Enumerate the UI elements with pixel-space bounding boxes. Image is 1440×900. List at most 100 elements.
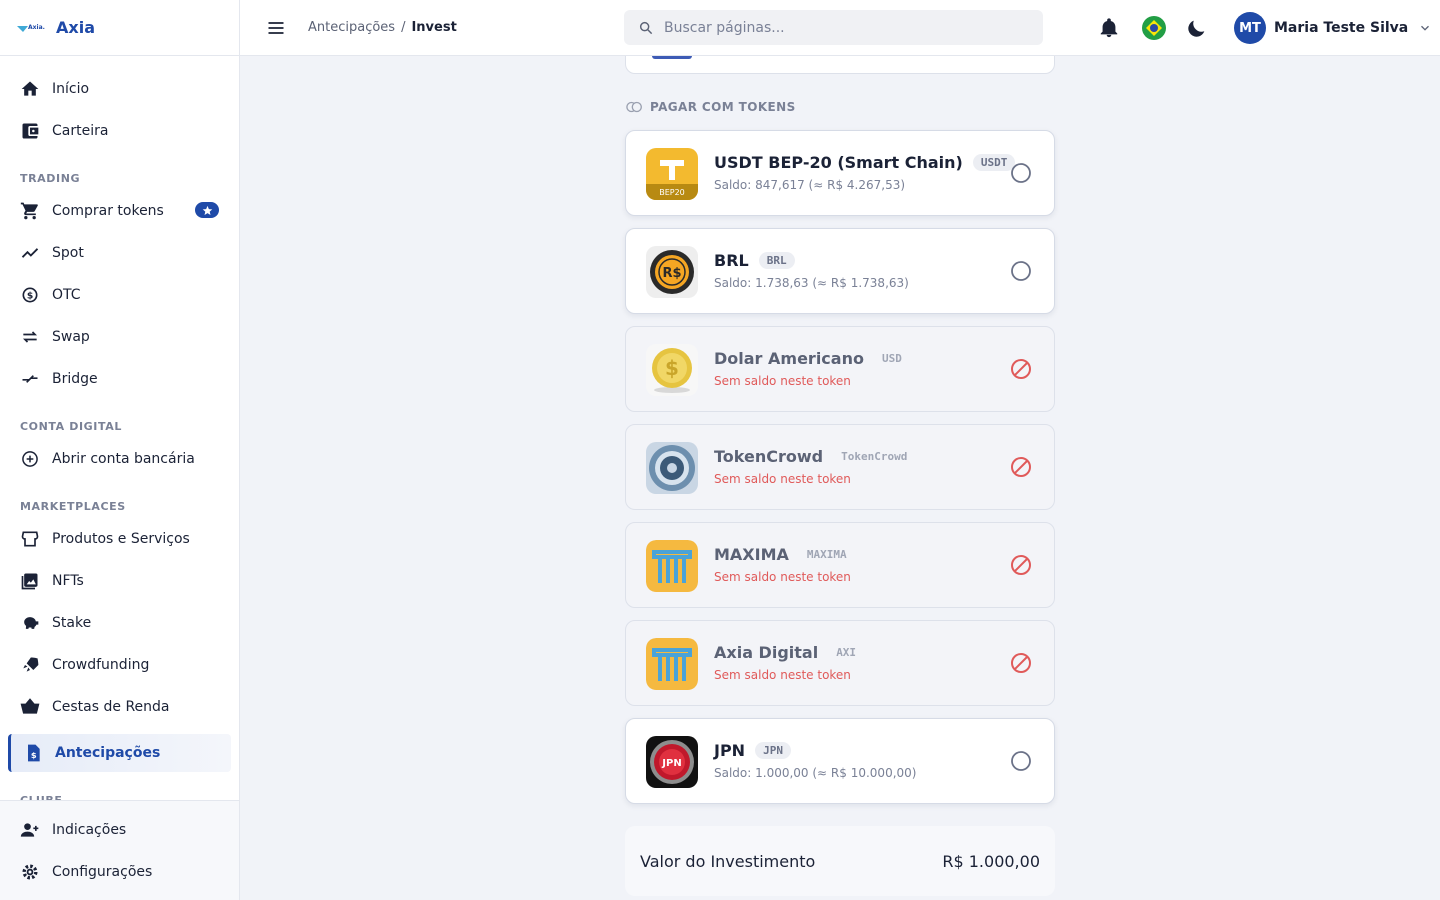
nav-section-conta-digital: CONTA DIGITAL <box>20 420 122 433</box>
usd-coin-icon: $ <box>646 344 698 396</box>
sidebar-item-carteira[interactable]: Carteira <box>0 110 239 152</box>
sidebar-item-label: OTC <box>52 287 81 303</box>
sidebar-item-label: Cestas de Renda <box>52 699 170 715</box>
token-code-badge: TokenCrowd <box>841 450 908 463</box>
add-user-icon <box>20 823 39 837</box>
sidebar-item-antecipacoes[interactable]: $ Antecipações <box>8 734 231 772</box>
sidebar-item-swap[interactable]: Swap <box>0 316 239 358</box>
sidebar-item-produtos[interactable]: Produtos e Serviços <box>0 518 239 560</box>
brl-coin-icon: R$ <box>646 246 698 298</box>
sidebar-item-comprar-tokens[interactable]: Comprar tokens <box>0 190 239 232</box>
radio-button[interactable] <box>1010 162 1032 184</box>
sidebar-item-otc[interactable]: $ OTC <box>0 274 239 316</box>
token-code-badge: USDT <box>972 154 1016 171</box>
blocked-icon <box>1011 653 1031 673</box>
token-name: Axia Digital AXI <box>714 643 864 662</box>
chart-line-icon <box>21 248 39 258</box>
sidebar-item-label: Crowdfunding <box>52 657 150 673</box>
sidebar-item-crowdfunding[interactable]: Crowdfunding <box>0 644 239 686</box>
currency-exchange-icon: $ <box>22 287 38 303</box>
previous-card-element <box>652 56 692 59</box>
user-menu[interactable]: MT Maria Teste Silva <box>1234 12 1432 44</box>
sidebar-item-label: Bridge <box>52 371 98 387</box>
sidebar-item-spot[interactable]: Spot <box>0 232 239 274</box>
breadcrumb-antecipacoes[interactable]: Antecipações <box>308 20 395 35</box>
bell-icon[interactable] <box>1098 17 1120 39</box>
sidebar-nav: Início Carteira TRADING Comprar tokens S… <box>0 56 239 800</box>
breadcrumb: Antecipações / Invest <box>308 20 457 35</box>
search-input[interactable] <box>664 19 1024 36</box>
rocket-icon <box>23 657 39 672</box>
receipt-icon: $ <box>28 744 40 762</box>
investment-label: Valor do Investimento <box>640 852 816 871</box>
radio-button[interactable] <box>1010 260 1032 282</box>
sidebar-item-label: NFTs <box>52 573 84 589</box>
sidebar-item-stake[interactable]: Stake <box>0 602 239 644</box>
axia-logo-icon: Axia. <box>17 24 45 32</box>
usdt-bep20-icon: BEP20 <box>646 148 698 200</box>
nav-section-clube: CLUBE <box>0 772 239 800</box>
menu-icon[interactable] <box>266 18 286 38</box>
radio-button[interactable] <box>1010 750 1032 772</box>
search-icon <box>639 21 653 34</box>
svg-text:R$: R$ <box>662 266 681 281</box>
chevron-down-icon <box>1421 25 1430 31</box>
section-title: PAGAR COM TOKENS <box>626 100 796 114</box>
brand[interactable]: Axia. Axia <box>0 0 239 56</box>
token-option-jpn[interactable]: JPN JPN JPN Saldo: 1.000,00 (≈ R$ 10.000,… <box>625 718 1055 804</box>
token-code-badge: JPN <box>755 742 791 759</box>
brazil-flag-icon[interactable] <box>1142 16 1166 40</box>
investment-summary: Valor do Investimento R$ 1.000,00 <box>625 826 1055 896</box>
wallet-icon <box>22 123 39 139</box>
sidebar-item-inicio[interactable]: Início <box>0 68 239 110</box>
sidebar-item-label: Início <box>52 81 90 97</box>
token-no-balance: Sem saldo neste token <box>714 668 851 682</box>
sidebar-item-configuracoes[interactable]: Configurações <box>0 851 239 893</box>
sidebar-item-cestas[interactable]: Cestas de Renda <box>0 686 239 728</box>
token-code-badge: MAXIMA <box>806 548 847 561</box>
nav-section-trading: TRADING <box>20 172 81 185</box>
token-name: BRL BRL <box>714 251 795 270</box>
axia-digital-icon <box>646 638 698 690</box>
nav-section-marketplaces: MARKETPLACES <box>20 500 126 513</box>
token-option-usd: $ Dolar Americano USD Sem saldo neste tok… <box>625 326 1055 412</box>
token-option-brl[interactable]: R$ BRL BRL Saldo: 1.738,63 (≈ R$ 1.738,63… <box>625 228 1055 314</box>
image-icon <box>21 573 38 590</box>
token-option-tokencrowd: TokenCrowd TokenCrowd Sem saldo neste tok… <box>625 424 1055 510</box>
token-balance: Saldo: 1.000,00 (≈ R$ 10.000,00) <box>714 766 917 780</box>
token-option-usdt[interactable]: BEP20 USDT BEP-20 (Smart Chain) USDT Sald… <box>625 130 1055 216</box>
dark-mode-icon[interactable] <box>1186 17 1208 39</box>
sidebar: Axia. Axia Início Carteira TRADING Compr… <box>0 0 240 900</box>
investment-value: R$ 1.000,00 <box>942 852 1040 871</box>
token-name: JPN JPN <box>714 741 791 760</box>
avatar: MT <box>1234 12 1266 44</box>
sidebar-item-indicacoes[interactable]: Indicações <box>0 809 239 851</box>
sidebar-item-label: Abrir conta bancária <box>52 451 195 467</box>
token-no-balance: Sem saldo neste token <box>714 472 851 486</box>
topbar: Antecipações / Invest MT Maria Teste Sil… <box>240 0 1440 56</box>
piggy-bank-icon <box>24 617 39 629</box>
home-icon <box>21 81 39 96</box>
blocked-icon <box>1011 555 1031 575</box>
maxima-icon <box>646 540 698 592</box>
token-no-balance: Sem saldo neste token <box>714 570 851 584</box>
sidebar-item-bridge[interactable]: Bridge <box>0 358 239 400</box>
svg-text:BEP20: BEP20 <box>659 188 685 197</box>
token-name: USDT BEP-20 (Smart Chain) USDT <box>714 153 1016 172</box>
token-name: TokenCrowd TokenCrowd <box>714 447 915 466</box>
svg-text:$: $ <box>31 750 37 760</box>
sidebar-item-abrir-conta[interactable]: Abrir conta bancária <box>0 438 239 480</box>
blocked-icon <box>1011 457 1031 477</box>
plus-circle-icon <box>22 451 38 467</box>
bridge-icon <box>22 375 38 383</box>
breadcrumb-separator: / <box>401 20 406 35</box>
svg-text:JPN: JPN <box>661 758 681 769</box>
sidebar-item-nfts[interactable]: NFTs <box>0 560 239 602</box>
search-box[interactable] <box>624 10 1043 45</box>
tokencrowd-icon <box>646 442 698 494</box>
sidebar-bottom: Indicações Configurações <box>0 800 239 900</box>
jpn-icon: JPN <box>646 736 698 788</box>
token-option-maxima: MAXIMA MAXIMA Sem saldo neste token <box>625 522 1055 608</box>
svg-text:Axia.: Axia. <box>28 24 45 31</box>
user-name: Maria Teste Silva <box>1274 20 1409 36</box>
